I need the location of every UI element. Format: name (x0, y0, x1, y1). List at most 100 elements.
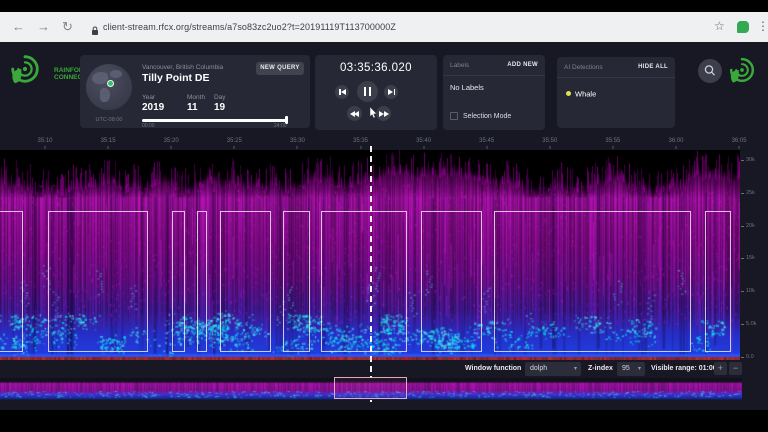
skip-end-button[interactable] (384, 85, 398, 99)
timeline-tick (486, 146, 487, 149)
location-label: Vancouver, British Columbia (142, 64, 223, 71)
timeline-tick-label: 35:55 (605, 138, 620, 144)
forward-icon[interactable]: → (37, 19, 50, 35)
timeline-tick (171, 146, 172, 149)
pause-button[interactable] (357, 81, 378, 102)
window-function-label: Window function (465, 365, 521, 372)
whale-detection-box[interactable] (421, 211, 482, 352)
timeline-tick (739, 146, 740, 149)
rewind-button[interactable] (347, 106, 362, 121)
timeline-tick (549, 146, 550, 149)
timeline-tick-label: 35:20 (164, 138, 179, 144)
year-value[interactable]: 2019 (142, 102, 164, 113)
timeline-tick-label: 36:00 (668, 138, 683, 144)
ai-detections-title: AI Detections (564, 64, 603, 71)
chevron-down-icon: ▾ (574, 362, 577, 376)
lock-icon (91, 23, 99, 41)
search-button[interactable] (698, 59, 722, 83)
query-card: UTC-08:00 Vancouver, British Columbia Ti… (80, 55, 310, 128)
whale-detection-box[interactable] (220, 211, 271, 352)
whale-detection-box[interactable] (494, 211, 691, 352)
day-value[interactable]: 19 (214, 102, 225, 113)
minimap-selection[interactable] (334, 377, 407, 399)
minimap[interactable] (0, 378, 742, 400)
timeline-tick-label: 35:25 (227, 138, 242, 144)
timeline-tick-label: 35:15 (101, 138, 116, 144)
zoom-out-button[interactable]: − (729, 362, 742, 375)
whale-detection-box[interactable] (197, 211, 207, 352)
whale-detection-box[interactable] (283, 211, 310, 352)
visible-range-label: Visible range: 01:00 (651, 365, 717, 372)
whale-detection-box[interactable] (48, 211, 148, 352)
window-function-select[interactable]: dolph ▾ (525, 362, 581, 376)
back-icon[interactable]: ← (12, 19, 25, 35)
timeline-tick (676, 146, 677, 149)
browser-toolbar: ← → ↻ client-stream.rfcx.org/streams/a7s… (0, 12, 768, 42)
timezone-label: UTC-08:00 (80, 117, 138, 123)
selection-mode-label: Selection Mode (463, 113, 511, 120)
site-name: Tilly Point DE (142, 72, 209, 84)
year-label: Year (142, 94, 155, 101)
brand-logo: RAINFOREST CONNECTION (8, 52, 88, 90)
time-of-day-slider[interactable] (142, 119, 288, 122)
add-new-button[interactable]: ADD NEW (507, 62, 538, 68)
hide-all-button[interactable]: HIDE ALL (638, 64, 668, 70)
frequency-tick-label: 10k (746, 288, 755, 294)
new-query-button[interactable]: NEW QUERY (256, 62, 304, 75)
frequency-tick-label: 5.0k (746, 321, 756, 327)
divider (557, 77, 675, 78)
timeline-tick (108, 146, 109, 149)
player-card: 03:35:36.020 (315, 55, 437, 130)
rfcx-logo-icon[interactable] (727, 55, 757, 90)
fast-forward-button[interactable] (376, 106, 391, 121)
timeline-tick-label: 35:50 (542, 138, 557, 144)
frequency-axis: 30k25k20k15k10k5.0k0.0 (740, 150, 768, 360)
ai-detections-panel: AI Detections HIDE ALL Whale (557, 57, 675, 128)
letterbox-top (0, 0, 768, 12)
whale-detection-box[interactable] (321, 211, 407, 352)
app-root: RAINFOREST CONNECTION UTC-08:00 Vancouve… (0, 42, 768, 410)
timeline-tick (234, 146, 235, 149)
bookmark-star-icon[interactable]: ☆ (714, 19, 725, 33)
no-labels-text: No Labels (450, 83, 484, 92)
month-value[interactable]: 11 (187, 102, 198, 113)
spectrogram-controls: Window function dolph ▾ Z-index 95 ▾ Vis… (0, 360, 768, 378)
rainforest-spiral-icon (8, 52, 42, 86)
current-time-display: 03:35:36.020 (315, 62, 437, 74)
letterbox-bottom (0, 410, 768, 432)
labels-title: Labels (450, 62, 469, 69)
month-label: Month (187, 94, 205, 101)
reload-icon[interactable]: ↻ (62, 19, 73, 35)
browser-menu-icon[interactable]: ⋮ (757, 19, 768, 33)
selection-mode-checkbox[interactable] (450, 112, 458, 120)
ai-detection-item[interactable]: Whale (566, 85, 596, 103)
mouse-cursor-icon (369, 107, 378, 119)
chevron-down-icon: ▾ (638, 362, 641, 376)
skip-start-button[interactable] (335, 85, 349, 99)
timeline-axis: 35:1035:1535:2035:2535:3035:3535:4035:45… (0, 138, 768, 150)
whale-detection-box[interactable] (172, 211, 185, 352)
location-pin-icon (107, 80, 114, 87)
divider (443, 75, 545, 76)
timeline-tick-label: 35:30 (290, 138, 305, 144)
timeline-tick (612, 146, 613, 149)
slider-end-label: 24:00 (274, 123, 287, 129)
z-index-select[interactable]: 95 ▾ (617, 362, 645, 376)
timeline-tick-label: 35:40 (416, 138, 431, 144)
search-icon (698, 59, 722, 83)
screen: ← → ↻ client-stream.rfcx.org/streams/a7s… (0, 0, 768, 432)
day-label: Day (214, 94, 226, 101)
timeline-tick (423, 146, 424, 149)
extension-icon[interactable] (737, 21, 749, 33)
slider-start-label: 00:00 (142, 123, 155, 129)
whale-detection-box[interactable] (705, 211, 731, 352)
timeline-tick-label: 35:10 (37, 138, 52, 144)
whale-detection-box[interactable] (0, 211, 23, 352)
frequency-tick-label: 20k (746, 223, 755, 229)
zoom-in-button[interactable]: + (714, 362, 727, 375)
address-bar[interactable]: client-stream.rfcx.org/streams/a7so83zc2… (103, 22, 396, 32)
globe-icon (86, 64, 132, 110)
timeline-tick (45, 146, 46, 149)
detection-name: Whale (575, 89, 596, 98)
timeline-tick (360, 146, 361, 149)
